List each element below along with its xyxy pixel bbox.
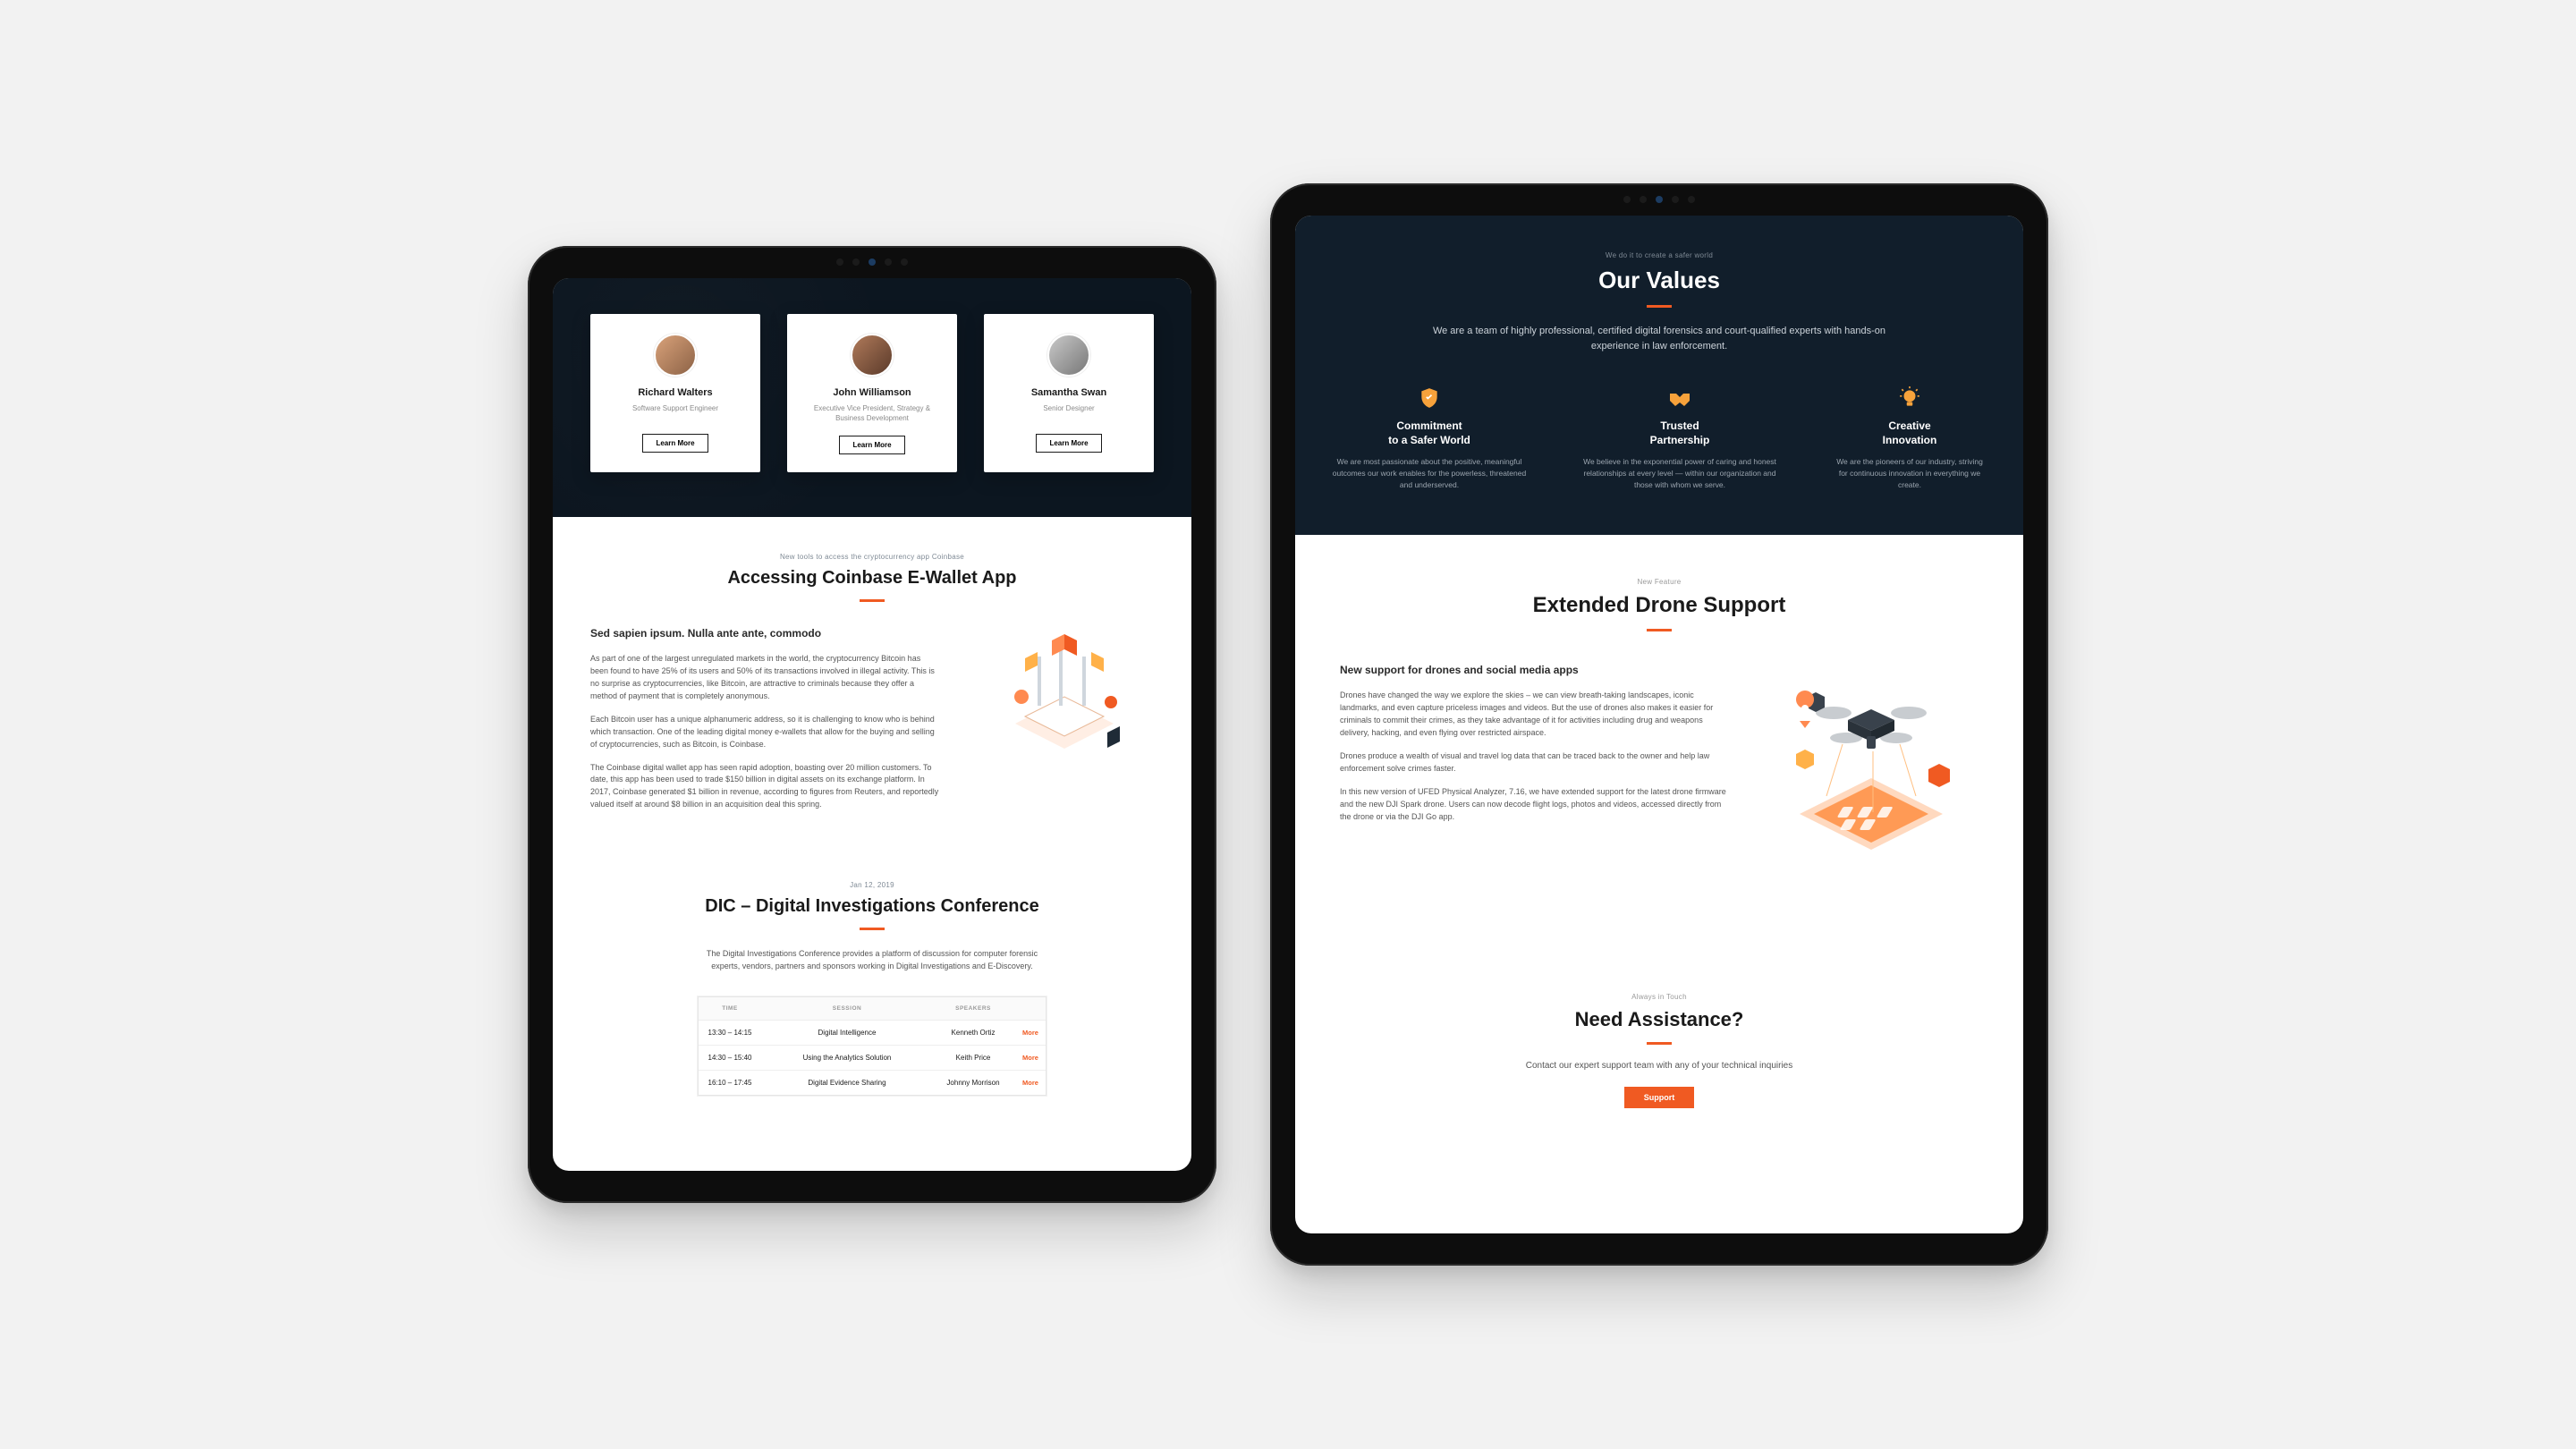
tablet-device-left: Richard Walters Software Support Enginee… [528, 246, 1216, 1203]
assistance-section: Always in Touch Need Assistance? Contact… [1295, 921, 2023, 1153]
section-eyebrow: Jan 12, 2019 [590, 881, 1154, 889]
avatar [654, 334, 697, 377]
value-title-line: Innovation [1883, 434, 1937, 446]
section-eyebrow: We do it to create a safer world [1331, 251, 1987, 259]
cell-speaker: Kenneth Ortiz [933, 1020, 1013, 1045]
team-member-name: John Williamson [801, 387, 943, 398]
learn-more-button[interactable]: Learn More [1036, 434, 1101, 453]
value-title-line: to a Safer World [1388, 434, 1470, 446]
values-section: We do it to create a safer world Our Val… [1295, 216, 2023, 535]
feature-paragraph: As part of one of the largest unregulate… [590, 653, 939, 703]
value-title-line: Partnership [1650, 434, 1710, 446]
section-title: Our Values [1331, 267, 1987, 294]
avatar [1047, 334, 1090, 377]
team-member-role: Software Support Engineer [605, 403, 746, 421]
section-title: Need Assistance? [1331, 1008, 1987, 1031]
col-speakers: SPEAKERS [933, 997, 1013, 1020]
conference-section: Jan 12, 2019 DIC – Digital Investigation… [553, 865, 1191, 1139]
feature-paragraph: In this new version of UFED Physical Ana… [1340, 786, 1728, 824]
team-card: Richard Walters Software Support Enginee… [590, 314, 760, 472]
table-header-row: TIME SESSION SPEAKERS [699, 997, 1046, 1020]
lightbulb-icon [1896, 387, 1923, 409]
sensor-bar [836, 258, 908, 266]
value-title-line: Creative [1888, 419, 1930, 432]
team-card: Samantha Swan Senior Designer Learn More [984, 314, 1154, 472]
avatar [851, 334, 894, 377]
title-underline [860, 599, 885, 602]
feature-paragraph: Each Bitcoin user has a unique alphanume… [590, 714, 939, 751]
value-title-line: Trusted [1660, 419, 1699, 432]
section-eyebrow: New tools to access the cryptocurrency a… [590, 553, 1154, 561]
more-link[interactable]: More [1022, 1079, 1038, 1087]
title-underline [1647, 305, 1672, 308]
cell-speaker: Johnny Morrison [933, 1070, 1013, 1095]
cell-session: Using the Analytics Solution [761, 1045, 933, 1070]
coinbase-illustration [975, 625, 1154, 777]
value-desc: We are the pioneers of our industry, str… [1832, 456, 1987, 490]
schedule-table: TIME SESSION SPEAKERS 13:30 – 14:15 Digi… [698, 996, 1046, 1096]
value-item: Trusted Partnership We believe in the ex… [1581, 387, 1778, 490]
title-underline [1647, 629, 1672, 631]
more-link[interactable]: More [1022, 1029, 1038, 1037]
learn-more-button[interactable]: Learn More [642, 434, 708, 453]
team-member-name: Samantha Swan [998, 387, 1140, 398]
support-button[interactable]: Support [1624, 1087, 1695, 1108]
value-desc: We believe in the exponential power of c… [1581, 456, 1778, 490]
value-desc: We are most passionate about the positiv… [1331, 456, 1528, 490]
section-eyebrow: Always in Touch [1331, 993, 1987, 1001]
shield-check-icon [1416, 387, 1443, 409]
value-item: Commitment to a Safer World We are most … [1331, 387, 1528, 490]
screen-left: Richard Walters Software Support Enginee… [553, 278, 1191, 1171]
section-title: Extended Drone Support [1340, 593, 1979, 618]
team-member-name: Richard Walters [605, 387, 746, 398]
screen-right: We do it to create a safer world Our Val… [1295, 216, 2023, 1233]
value-title-line: Commitment [1396, 419, 1462, 432]
table-row: 14:30 – 15:40 Using the Analytics Soluti… [699, 1045, 1046, 1070]
cell-session: Digital Intelligence [761, 1020, 933, 1045]
cell-time: 16:10 – 17:45 [699, 1070, 761, 1095]
team-member-role: Senior Designer [998, 403, 1140, 421]
team-member-role: Executive Vice President, Strategy & Bus… [801, 403, 943, 423]
handshake-icon [1666, 387, 1693, 409]
feature-paragraph: Drones produce a wealth of visual and tr… [1340, 750, 1728, 775]
team-card: John Williamson Executive Vice President… [787, 314, 957, 472]
assistance-lead: Contact our expert support team with any… [1331, 1061, 1987, 1071]
feature-subhead: New support for drones and social media … [1340, 662, 1728, 679]
cell-session: Digital Evidence Sharing [761, 1070, 933, 1095]
tablet-device-right: We do it to create a safer world Our Val… [1270, 183, 2048, 1266]
drone-section: New Feature Extended Drone Support New s… [1295, 535, 2023, 921]
drone-illustration [1764, 662, 1979, 868]
section-eyebrow: New Feature [1340, 578, 1979, 586]
section-lead: We are a team of highly professional, ce… [1427, 324, 1892, 353]
cell-time: 13:30 – 14:15 [699, 1020, 761, 1045]
conference-lead: The Digital Investigations Conference pr… [693, 948, 1051, 973]
col-time: TIME [699, 997, 761, 1020]
table-row: 16:10 – 17:45 Digital Evidence Sharing J… [699, 1070, 1046, 1095]
team-section: Richard Walters Software Support Enginee… [553, 278, 1191, 517]
value-item: Creative Innovation We are the pioneers … [1832, 387, 1987, 490]
cell-time: 14:30 – 15:40 [699, 1045, 761, 1070]
coinbase-section: New tools to access the cryptocurrency a… [553, 517, 1191, 865]
title-underline [1647, 1042, 1672, 1045]
title-underline [860, 928, 885, 930]
feature-subhead: Sed sapien ipsum. Nulla ante ante, commo… [590, 625, 939, 642]
learn-more-button[interactable]: Learn More [839, 436, 904, 454]
sensor-bar [1623, 196, 1695, 203]
feature-paragraph: The Coinbase digital wallet app has seen… [590, 762, 939, 812]
cell-speaker: Keith Price [933, 1045, 1013, 1070]
col-session: SESSION [761, 997, 933, 1020]
feature-paragraph: Drones have changed the way we explore t… [1340, 690, 1728, 740]
more-link[interactable]: More [1022, 1054, 1038, 1062]
table-row: 13:30 – 14:15 Digital Intelligence Kenne… [699, 1020, 1046, 1045]
section-title: Accessing Coinbase E-Wallet App [590, 568, 1154, 589]
section-title: DIC – Digital Investigations Conference [590, 896, 1154, 917]
